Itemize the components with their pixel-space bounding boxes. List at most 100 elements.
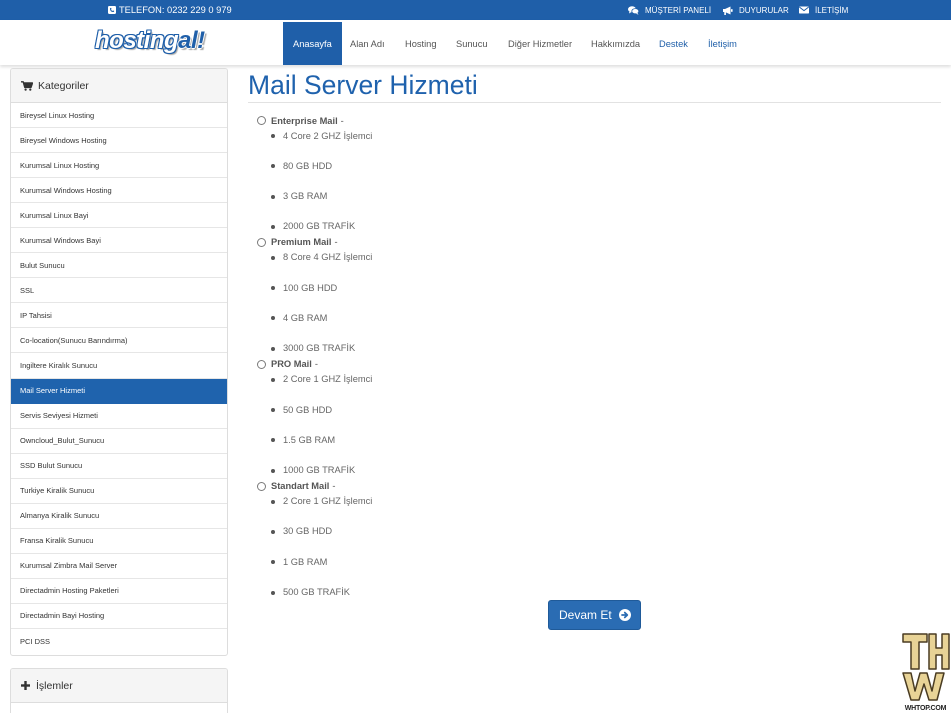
nav-contact[interactable]: İletişim [698, 22, 747, 65]
plan-name: Enterprise Mail [271, 115, 338, 126]
plus-icon [21, 681, 30, 690]
category-item[interactable]: Ingiltere Kiralık Sunucu [11, 353, 227, 379]
nav-server[interactable]: Sunucu [446, 22, 498, 65]
continue-button[interactable]: Devam Et [548, 600, 641, 630]
feature-list: 8 Core 4 GHZ İşlemci 100 GB HDD 4 GB RAM… [257, 250, 657, 356]
top-bar: TELEFON: 0232 229 0 979 MÜŞTERİ PANELİ D… [0, 0, 951, 20]
feature-item: 80 GB HDD [257, 159, 657, 174]
category-item[interactable]: Kurumsal Zimbra Mail Server [11, 554, 227, 579]
plan-separator: - [332, 481, 336, 492]
logo-text-accent: al! [178, 27, 205, 54]
plan-pro: PRO Mail - 2 Core 1 GHZ İşlemci 50 GB HD… [257, 356, 657, 478]
nav-hosting[interactable]: Hosting [395, 22, 447, 65]
bullhorn-icon [723, 6, 733, 15]
nav-domain[interactable]: Alan Adı [340, 22, 395, 65]
feature-list: 2 Core 1 GHZ İşlemci 50 GB HDD 1.5 GB RA… [257, 372, 657, 478]
category-item[interactable]: Bireysel Linux Hosting [11, 103, 227, 129]
plan-radio-enterprise[interactable] [257, 116, 266, 125]
category-item[interactable]: PCI DSS [11, 629, 227, 654]
shopping-cart-icon [21, 80, 33, 91]
feature-list: 4 Core 2 GHZ İşlemci 80 GB HDD 3 GB RAM … [257, 129, 657, 235]
nav-about[interactable]: Hakkımızda [581, 22, 650, 65]
nav-support[interactable]: Destek [649, 22, 698, 65]
categories-panel: Kategoriler Bireysel Linux Hosting Birey… [10, 68, 228, 656]
page-title: Mail Server Hizmeti [248, 70, 478, 100]
envelope-icon [799, 6, 809, 14]
actions-title: İşlemler [36, 679, 73, 692]
category-item[interactable]: Kurumsal Windows Bayi [11, 228, 227, 254]
feature-item: 1 GB RAM [257, 555, 657, 570]
site-header: hostingal! Anasayfa Alan Adı Hosting Sun… [0, 20, 951, 65]
customer-panel-link[interactable]: MÜŞTERİ PANELİ [628, 0, 711, 20]
category-item[interactable]: Bireysel Windows Hosting [11, 128, 227, 154]
nav-home[interactable]: Anasayfa [283, 22, 342, 65]
feature-item: 4 GB RAM [257, 311, 657, 326]
feature-item: 500 GB TRAFİK [257, 585, 657, 600]
contact-top-label: İLETİŞİM [815, 5, 849, 15]
category-item[interactable]: Owncloud_Bulut_Sunucu [11, 429, 227, 454]
feature-item: 8 Core 4 GHZ İşlemci [257, 250, 657, 265]
category-item[interactable]: Directadmin Bayi Hosting [11, 604, 227, 629]
feature-item: 3 GB RAM [257, 189, 657, 204]
feature-item: 2000 GB TRAFİK [257, 219, 657, 234]
plan-radio-pro[interactable] [257, 359, 266, 369]
feature-item: 2 Core 1 GHZ İşlemci [257, 494, 657, 509]
plan-standard: Standart Mail - 2 Core 1 GHZ İşlemci 30 … [257, 478, 657, 600]
feature-item: 30 GB HDD [257, 524, 657, 539]
phone-square-icon [108, 6, 116, 14]
category-item[interactable]: Kurumsal Linux Bayi [11, 203, 227, 229]
category-item[interactable]: Turkiye Kiralik Sunucu [11, 479, 227, 504]
customer-panel-label: MÜŞTERİ PANELİ [645, 5, 712, 15]
category-item[interactable]: Bulut Sunucu [11, 253, 227, 279]
whtop-logo-mark [902, 633, 950, 701]
category-item[interactable]: Kurumsal Linux Hosting [11, 153, 227, 179]
feature-list: 2 Core 1 GHZ İşlemci 30 GB HDD 1 GB RAM … [257, 494, 657, 600]
plan-separator: - [334, 237, 338, 248]
contact-top-link[interactable]: İLETİŞİM [799, 0, 848, 20]
categories-title: Kategoriler [38, 79, 89, 92]
plan-enterprise: Enterprise Mail - 4 Core 2 GHZ İşlemci 8… [257, 113, 657, 235]
category-item[interactable]: Directadmin Hosting Paketleri [11, 579, 227, 604]
actions-header: İşlemler [11, 669, 227, 703]
announcements-link[interactable]: DUYURULAR [722, 0, 789, 20]
plan-name: Premium Mail [271, 237, 332, 248]
category-item[interactable]: Servis Seviyesi Hizmeti [11, 404, 227, 429]
logo-text-main: hosting [95, 27, 179, 54]
feature-item: 50 GB HDD [257, 403, 657, 418]
plan-options: Enterprise Mail - 4 Core 2 GHZ İşlemci 8… [257, 113, 657, 601]
plan-premium: Premium Mail - 8 Core 4 GHZ İşlemci 100 … [257, 234, 657, 356]
feature-item: 3000 GB TRAFİK [257, 341, 657, 356]
category-item[interactable]: SSL [11, 278, 227, 304]
feature-item: 1000 GB TRAFİK [257, 463, 657, 478]
category-item[interactable]: Fransa Kiralik Sunucu [11, 529, 227, 554]
arrow-circle-right-icon [618, 609, 631, 621]
phone-text: TELEFON: 0232 229 0 979 [119, 5, 232, 15]
continue-button-label: Devam Et [559, 608, 612, 622]
feature-item: 2 Core 1 GHZ İşlemci [257, 372, 657, 387]
plan-separator: - [314, 359, 318, 370]
category-item[interactable]: IP Tahsisi [11, 303, 227, 329]
category-item[interactable]: Almanya Kiralik Sunucu [11, 504, 227, 529]
category-item[interactable]: Co-location(Sunucu Barındırma) [11, 328, 227, 354]
plan-separator: - [340, 115, 344, 126]
actions-panel: İşlemler [10, 668, 228, 713]
phone-info: TELEFON: 0232 229 0 979 [108, 0, 232, 20]
category-item[interactable]: SSD Bulut Sunucu [11, 454, 227, 479]
plan-radio-premium[interactable] [257, 237, 266, 247]
watermark-text: WHTOP.COM [904, 705, 947, 712]
nav-other-services[interactable]: Diğer Hizmetler [498, 22, 582, 65]
category-list: Bireysel Linux Hosting Bireysel Windows … [11, 103, 227, 654]
title-divider [248, 102, 941, 103]
feature-item: 4 Core 2 GHZ İşlemci [257, 129, 657, 144]
feature-item: 100 GB HDD [257, 281, 657, 296]
comments-icon [628, 5, 639, 15]
plan-name: Standart Mail [271, 481, 330, 492]
feature-item: 1.5 GB RAM [257, 433, 657, 448]
categories-header: Kategoriler [11, 69, 227, 103]
site-logo[interactable]: hostingal! [95, 25, 205, 57]
category-item[interactable]: Kurumsal Windows Hosting [11, 178, 227, 204]
whtop-watermark: WHTOP.COM [900, 631, 951, 713]
plan-name: PRO Mail [271, 359, 312, 370]
plan-radio-standard[interactable] [257, 481, 266, 491]
category-item-active[interactable]: Mail Server Hizmeti [11, 378, 227, 404]
